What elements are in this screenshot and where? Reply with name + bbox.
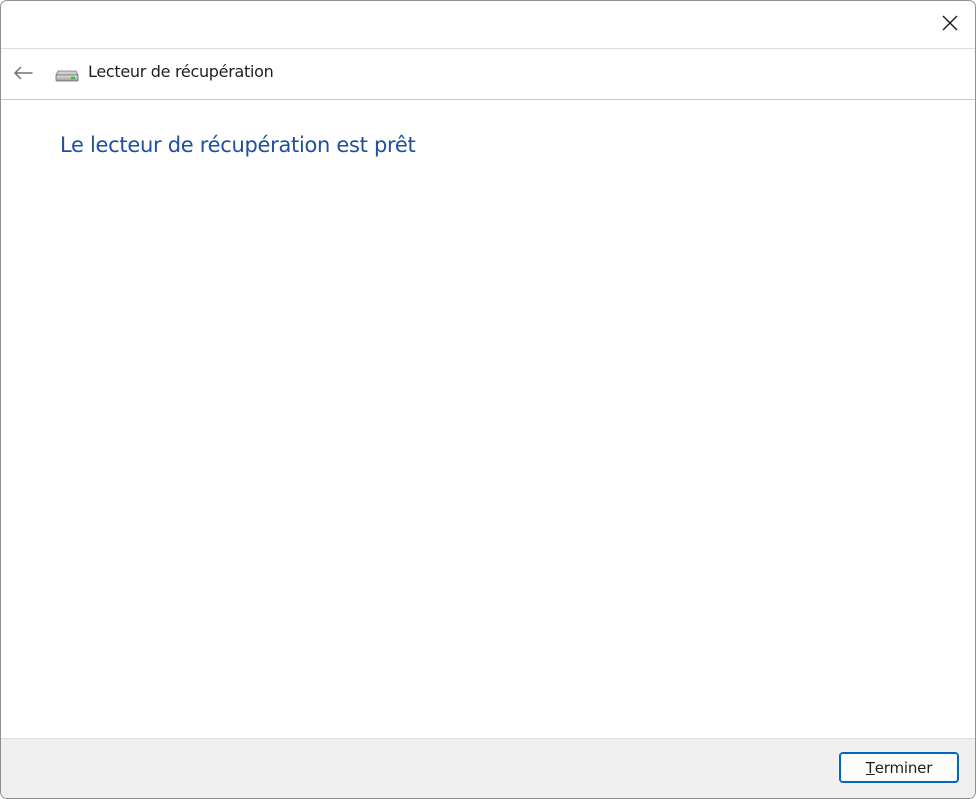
finish-button-mnemonic: T	[865, 758, 875, 777]
recovery-drive-window: Lecteur de récupération Le lecteur de ré…	[0, 0, 976, 799]
back-arrow-icon	[14, 66, 33, 80]
footer-bar: Terminer	[1, 738, 975, 798]
main-heading: Le lecteur de récupération est prêt	[60, 133, 416, 157]
finish-button-label: erminer	[874, 758, 933, 777]
title-bar	[1, 1, 975, 49]
back-button[interactable]	[11, 61, 35, 85]
finish-button[interactable]: Terminer	[839, 752, 959, 783]
page-title: Lecteur de récupération	[88, 62, 274, 81]
drive-icon	[55, 70, 79, 82]
content-area: Le lecteur de récupération est prêt	[1, 100, 975, 738]
close-icon	[942, 15, 958, 31]
navigation-bar: Lecteur de récupération	[1, 49, 975, 100]
close-button[interactable]	[937, 10, 963, 36]
